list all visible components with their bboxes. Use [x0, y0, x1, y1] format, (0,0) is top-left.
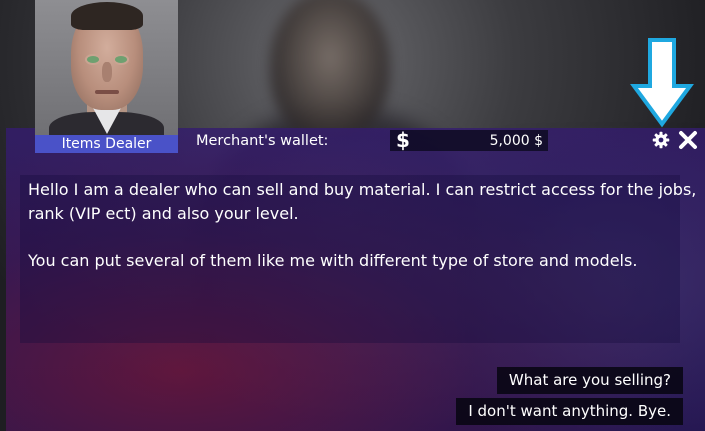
background-npc-head: [270, 0, 390, 140]
wallet-label: Merchant's wallet:: [196, 133, 329, 149]
dialog-paragraph: You can put several of them like me with…: [28, 250, 638, 270]
close-icon[interactable]: [678, 130, 698, 150]
dollar-icon: $: [396, 128, 410, 152]
down-arrow-icon: [630, 38, 694, 128]
gear-icon[interactable]: [652, 131, 670, 149]
npc-portrait: [35, 0, 178, 135]
game-scene: Items Dealer Merchant's wallet: $ 5,000 …: [0, 0, 705, 431]
dialog-paragraph: Hello I am a dealer who can sell and buy…: [28, 180, 697, 223]
wallet-value: 5,000 $: [489, 133, 543, 149]
response-option-what-selling[interactable]: What are you selling?: [496, 367, 683, 394]
npc-name-label: Items Dealer: [35, 135, 178, 153]
response-option-goodbye[interactable]: I don't want anything. Bye.: [456, 398, 683, 425]
dialog-message: Hello I am a dealer who can sell and buy…: [28, 178, 698, 272]
